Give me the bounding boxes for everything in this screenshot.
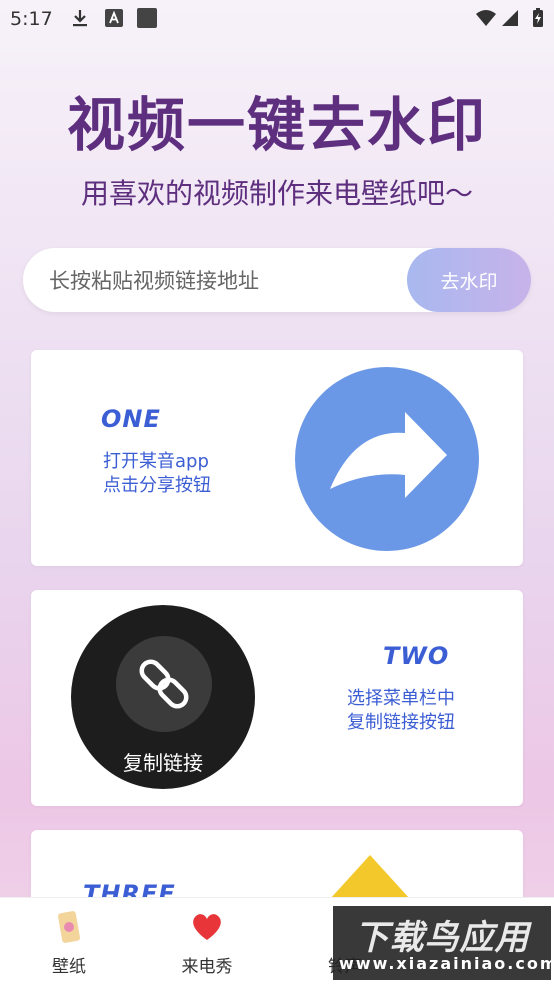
step-one-card: ONE 打开某音app 点击分享按钮 <box>31 350 523 566</box>
step-two-label: TWO <box>383 642 450 670</box>
wallpaper-icon <box>58 911 80 943</box>
copy-link-caption: 复制链接 <box>123 751 203 775</box>
copy-link-circle: 复制链接 <box>71 605 255 789</box>
download-icon <box>73 10 87 27</box>
site-watermark: 下载鸟应用 www.xiazainiao.com <box>333 906 554 980</box>
nav-item-wallpaper[interactable]: 壁纸 <box>14 898 124 985</box>
signal-icon <box>502 10 518 26</box>
status-bar: 5:17 <box>0 0 554 40</box>
link-input[interactable] <box>47 248 421 314</box>
step-one-text: 打开某音app 点击分享按钮 <box>103 451 211 496</box>
font-icon <box>105 9 123 27</box>
step-two-card: 复制链接 TWO 选择菜单栏中 复制链接按钮 <box>31 590 523 806</box>
share-icon <box>295 367 479 551</box>
watermark-url-text: www.xiazainiao.com <box>339 954 554 973</box>
nav-label-call-show: 来电秀 <box>181 957 233 977</box>
heart-icon <box>193 914 221 940</box>
remove-watermark-button[interactable]: 去水印 <box>407 248 531 312</box>
notification-square-icon <box>137 8 157 28</box>
step-two-text: 选择菜单栏中 复制链接按钮 <box>347 688 455 733</box>
watermark-main-text: 下载鸟应用 <box>354 918 530 958</box>
search-bar: 去水印 <box>23 248 531 314</box>
nav-item-call-show[interactable]: 来电秀 <box>152 898 262 985</box>
link-icon <box>116 636 212 732</box>
nav-label-wallpaper: 壁纸 <box>52 957 86 977</box>
status-time: 5:17 <box>10 8 53 30</box>
step-one-label: ONE <box>101 405 161 433</box>
wifi-icon <box>476 10 496 26</box>
battery-icon <box>533 8 543 27</box>
page-subtitle: 用喜欢的视频制作来电壁纸吧～ <box>80 177 473 210</box>
page-title: 视频一键去水印 <box>66 91 487 159</box>
